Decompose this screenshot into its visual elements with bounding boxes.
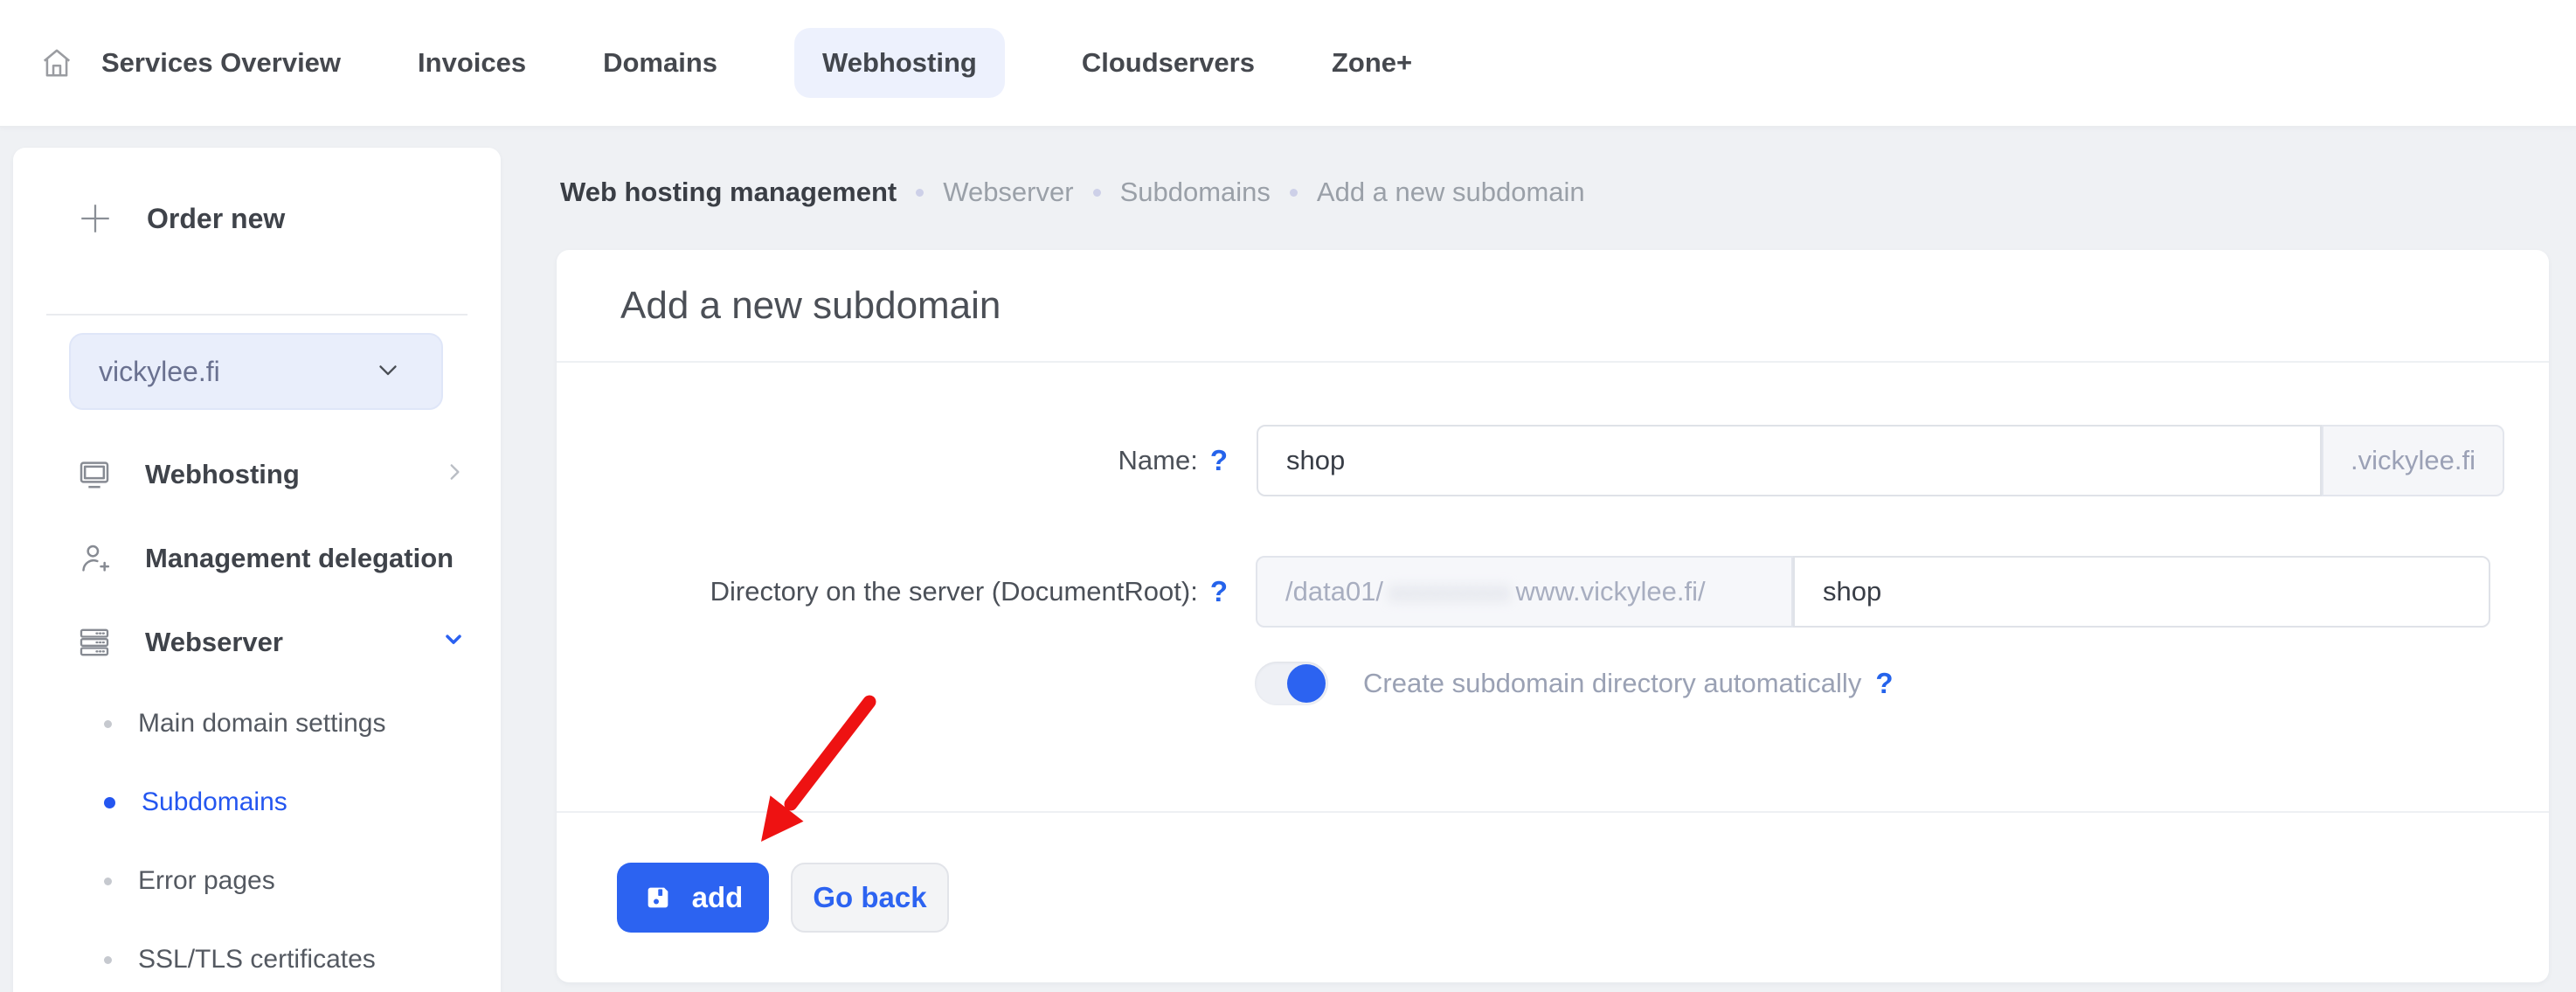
documentroot-dir-input[interactable]: shop — [1793, 556, 2490, 628]
nav-label: Cloudservers — [1082, 47, 1255, 79]
form-footer: add Go back — [557, 813, 2549, 982]
sidebar-item-webhosting[interactable]: Webhosting — [13, 433, 501, 517]
toggle-label: Create subdomain directory automatically — [1363, 668, 1861, 699]
bullet-icon — [104, 797, 115, 808]
sidebar-subitem-subdomains-active[interactable]: Subdomains — [13, 763, 501, 842]
nav-item-webhosting-active[interactable]: Webhosting — [794, 28, 1005, 98]
breadcrumb: Web hosting management Webserver Subdoma… — [560, 171, 1585, 213]
nav-item-services-overview[interactable]: Services Overview — [40, 46, 341, 80]
nav-label: Domains — [603, 47, 717, 79]
sidebar-item-label: Webserver — [145, 627, 283, 658]
person-plus-icon — [77, 541, 112, 576]
add-button[interactable]: add — [617, 863, 769, 933]
home-icon — [40, 46, 73, 80]
redacted-blur: xxxxxxxxx — [1383, 576, 1516, 607]
name-label: Name: — [1118, 445, 1198, 476]
sidebar-subitem-main-domain-settings[interactable]: Main domain settings — [13, 684, 501, 763]
breadcrumb-separator-dot — [1290, 189, 1298, 197]
nav-item-invoices[interactable]: Invoices — [418, 47, 526, 79]
nav-item-zone-plus[interactable]: Zone+ — [1332, 47, 1412, 79]
help-icon[interactable]: ? — [1875, 667, 1893, 700]
order-new-label: Order new — [147, 203, 285, 235]
add-subdomain-card: Add a new subdomain Name: ? shop .vickyl… — [557, 250, 2549, 982]
breadcrumb-separator-dot — [1093, 189, 1101, 197]
sidebar-item-webserver[interactable]: Webserver — [13, 600, 501, 684]
server-stack-icon — [77, 625, 112, 660]
domain-select[interactable]: vickylee.fi — [69, 333, 443, 410]
save-icon — [643, 883, 673, 912]
nav-label: Services Overview — [101, 47, 341, 79]
help-icon[interactable]: ? — [1210, 575, 1228, 608]
bullet-icon — [104, 878, 112, 885]
nav-label: Invoices — [418, 47, 526, 79]
breadcrumb-separator-dot — [916, 189, 924, 197]
sidebar: Order new vickylee.fi Webhosting — [13, 148, 501, 992]
page-title: Add a new subdomain — [557, 250, 2549, 363]
chevron-right-icon — [443, 459, 466, 490]
name-row: Name: ? shop .vickylee.fi — [557, 425, 2549, 496]
documentroot-label-group: Directory on the server (DocumentRoot): … — [557, 556, 1228, 628]
breadcrumb-item-webserver[interactable]: Webserver — [943, 177, 1073, 208]
help-icon[interactable]: ? — [1210, 444, 1228, 477]
sidebar-subitem-label: SSL/TLS certificates — [138, 945, 376, 975]
nav-label: Webhosting — [822, 47, 977, 79]
create-directory-toggle-row: Create subdomain directory automatically… — [1255, 662, 1894, 705]
nav-item-cloudservers[interactable]: Cloudservers — [1082, 47, 1255, 79]
documentroot-prefix-start: /data01/ — [1285, 576, 1383, 607]
bullet-icon — [104, 956, 112, 964]
top-nav: Services Overview Invoices Domains Webho… — [0, 0, 2576, 127]
sidebar-divider — [46, 314, 467, 316]
chevron-down-icon — [373, 355, 403, 389]
go-back-button-label: Go back — [813, 881, 926, 914]
sidebar-subitem-error-pages[interactable]: Error pages — [13, 842, 501, 920]
domain-suffix-addon: .vickylee.fi — [2322, 425, 2504, 496]
subdomain-name-input[interactable]: shop — [1257, 425, 2322, 496]
name-label-group: Name: ? — [557, 425, 1228, 496]
domain-select-value: vickylee.fi — [99, 356, 220, 388]
plus-icon — [77, 200, 114, 237]
breadcrumb-item-subdomains[interactable]: Subdomains — [1120, 177, 1271, 208]
sidebar-item-label: Management delegation — [145, 543, 454, 574]
nav-label: Zone+ — [1332, 47, 1412, 79]
sidebar-item-label: Webhosting — [145, 459, 300, 490]
sidebar-subitem-label: Main domain settings — [138, 709, 385, 739]
breadcrumb-item-add-new-subdomain: Add a new subdomain — [1317, 177, 1585, 208]
sidebar-menu: Webhosting Management delegation — [13, 433, 501, 992]
documentroot-prefix-readonly: /data01/ xxxxxxxxx www.vickylee.fi/ — [1256, 556, 1793, 628]
documentroot-row: Directory on the server (DocumentRoot): … — [557, 556, 2549, 628]
monitor-icon — [77, 457, 112, 492]
bullet-icon — [104, 720, 112, 728]
breadcrumb-root: Web hosting management — [560, 177, 897, 208]
documentroot-prefix-end: www.vickylee.fi/ — [1516, 576, 1706, 607]
order-new-button[interactable]: Order new — [77, 188, 501, 249]
sidebar-item-management-delegation[interactable]: Management delegation — [13, 517, 501, 600]
go-back-button[interactable]: Go back — [791, 863, 949, 933]
sidebar-subitem-label: Subdomains — [142, 787, 287, 817]
nav-item-domains[interactable]: Domains — [603, 47, 717, 79]
chevron-down-icon — [441, 627, 466, 658]
documentroot-label: Directory on the server (DocumentRoot): — [710, 576, 1198, 607]
add-button-label: add — [692, 881, 744, 914]
sidebar-subitem-label: Error pages — [138, 866, 275, 896]
sidebar-subitem-ssl-tls-certificates[interactable]: SSL/TLS certificates — [13, 920, 501, 992]
subdomain-form: Name: ? shop .vickylee.fi Directory on t… — [557, 363, 2549, 813]
toggle-knob — [1287, 664, 1326, 703]
create-directory-toggle[interactable] — [1255, 662, 1328, 705]
